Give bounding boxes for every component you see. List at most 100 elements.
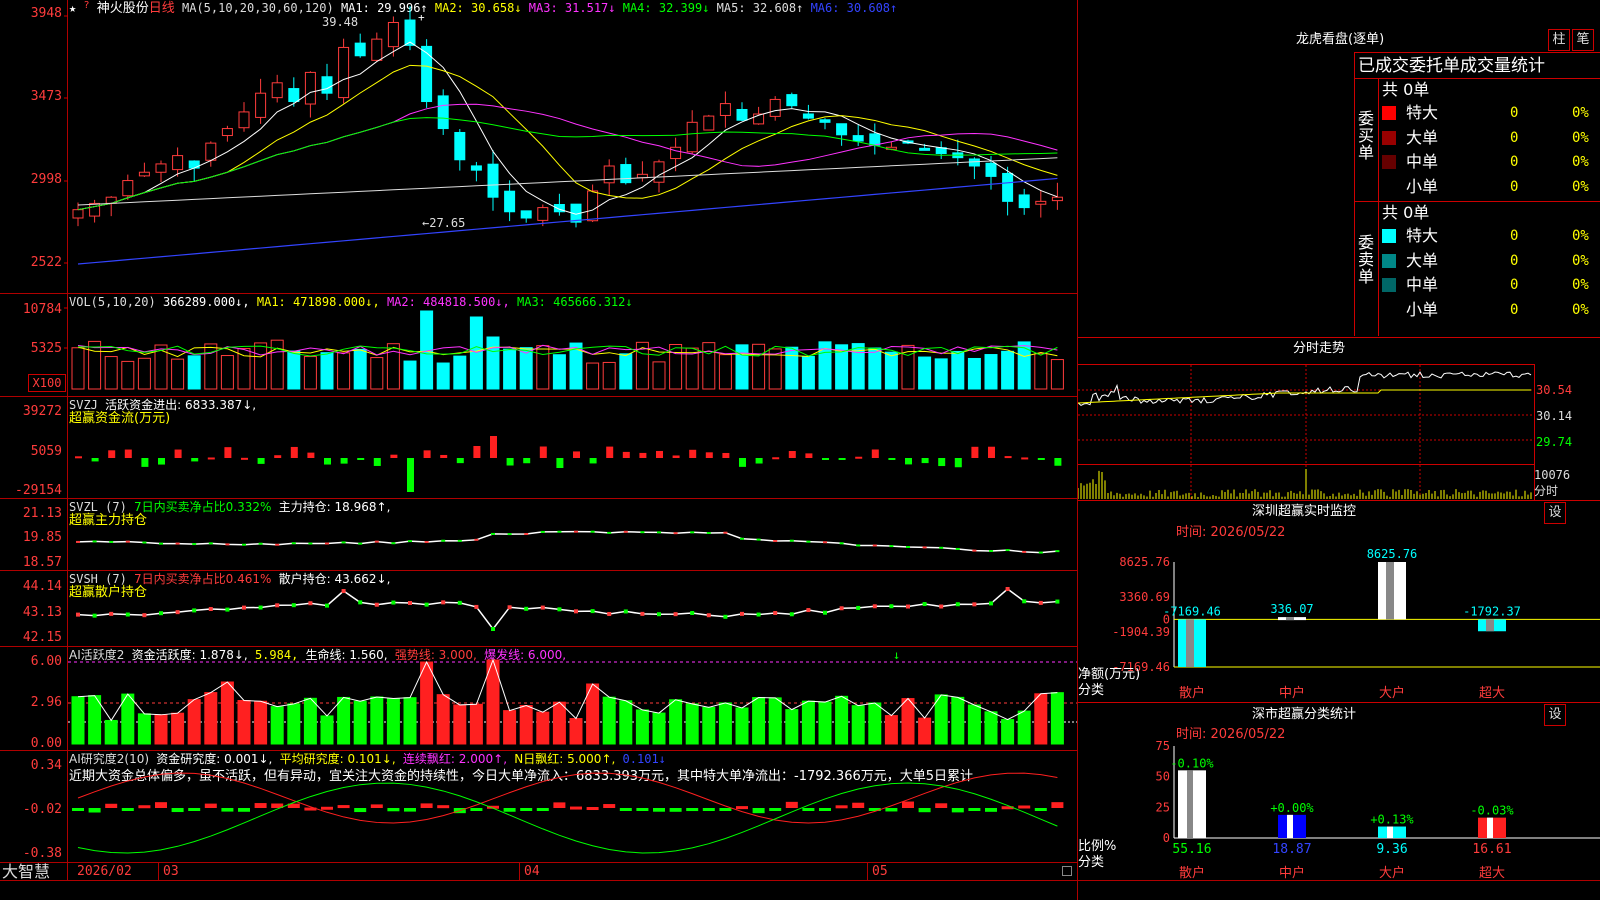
divider — [1354, 52, 1600, 53]
monitor-category-label: 大户 — [1379, 685, 1405, 701]
flow-bar — [656, 450, 663, 458]
divider — [1078, 464, 1534, 465]
flow-bar — [855, 456, 863, 459]
research-bar — [553, 802, 566, 808]
holding-tick — [275, 603, 280, 608]
flow-bar — [556, 458, 564, 468]
research-bar — [819, 808, 831, 811]
lock-icon[interactable] — [1062, 866, 1072, 876]
price-candles[interactable] — [0, 0, 1077, 293]
volume-bar — [171, 358, 185, 390]
activity-bar — [984, 711, 998, 745]
holding-tick — [325, 542, 329, 545]
holding-tick — [225, 607, 230, 612]
classify-axis-label: 75 — [1156, 740, 1170, 753]
holding-tick — [773, 610, 778, 615]
volume-bar — [353, 348, 367, 390]
flow-bar — [191, 458, 199, 462]
flow-bar — [589, 458, 597, 464]
order-pct: 0% — [1572, 178, 1589, 195]
volume-bar — [486, 336, 500, 390]
research-bar — [586, 807, 599, 811]
flow-bar — [755, 458, 763, 464]
research-line — [77, 782, 1058, 854]
holding-tick — [690, 610, 695, 615]
candle-body — [155, 163, 167, 173]
buy-orders-label: 委买单 — [1358, 109, 1375, 162]
divider — [1378, 78, 1379, 336]
volume-bar — [303, 356, 317, 390]
holding-tick — [756, 612, 761, 617]
holding-tick — [474, 604, 479, 609]
candle-body — [238, 111, 250, 129]
flow-bar — [1054, 458, 1062, 466]
activity-bar — [453, 704, 467, 745]
order-pct: 0% — [1572, 129, 1589, 146]
holding-tick — [457, 600, 462, 605]
candle-body — [504, 190, 516, 213]
candle-body — [454, 131, 466, 161]
column-view-button[interactable]: 柱 — [1548, 29, 1570, 51]
holding-tick — [806, 608, 811, 613]
flow-bar — [739, 458, 746, 467]
volume-bar — [337, 352, 351, 390]
candle-body — [89, 202, 101, 217]
candle-body — [122, 180, 134, 197]
candle-body — [736, 108, 748, 121]
holding-tick — [208, 542, 213, 545]
legend-swatch — [1382, 278, 1396, 292]
research-bar — [188, 808, 201, 811]
activity-bar — [436, 694, 450, 745]
activity-bar — [569, 718, 583, 745]
tick-view-button[interactable]: 笔 — [1572, 29, 1594, 51]
candle-body — [653, 161, 665, 183]
left-chart-area[interactable]: ★ ? 神火股份日线 MA(5,10,20,30,60,120) MA1: 29… — [0, 0, 1077, 900]
monitor-axis-label: -1904.39 — [1112, 625, 1170, 639]
intraday-chart[interactable] — [1078, 365, 1534, 500]
order-count: 0 — [1510, 178, 1519, 195]
candle-body — [769, 98, 781, 117]
activity-bar — [1034, 693, 1048, 745]
high-mark: 39.48 — [322, 15, 359, 29]
holding-tick — [540, 530, 545, 533]
activity-bar — [386, 698, 400, 745]
classify-settings-button[interactable]: 设 — [1544, 704, 1566, 726]
holding-tick — [574, 530, 578, 533]
order-pct: 0% — [1572, 277, 1589, 293]
research-bar — [736, 806, 748, 810]
order-pct: 0% — [1572, 301, 1589, 318]
date-label: 05 — [872, 864, 888, 879]
volume-bar — [137, 357, 151, 390]
volume-bar — [237, 348, 251, 390]
flow-bar — [639, 452, 647, 458]
holding-tick — [607, 531, 612, 534]
date-divider — [158, 862, 159, 880]
monitor-title: 深圳超赢实时监控 — [1252, 504, 1357, 519]
holding-tick — [76, 612, 80, 617]
holding-tick — [125, 612, 130, 617]
holding-tick — [574, 609, 578, 614]
holding-tick — [474, 538, 479, 541]
svzj-bars — [75, 436, 1062, 492]
activity-bar — [1017, 710, 1031, 745]
holding-tick — [906, 546, 910, 549]
flow-bar — [573, 451, 580, 458]
activity-bar — [685, 703, 699, 745]
monitor-settings-button[interactable]: 设 — [1544, 502, 1566, 524]
holding-tick — [889, 545, 894, 548]
holding-tick — [457, 539, 462, 542]
candle-body — [786, 94, 798, 107]
flow-bar — [75, 456, 82, 459]
holding-tick — [640, 531, 645, 534]
holding-tick — [125, 540, 130, 543]
holding-line — [77, 588, 1058, 631]
flow-bar — [340, 458, 348, 464]
flow-bar — [954, 458, 962, 468]
volume-bar — [669, 343, 683, 390]
order-pct: 0% — [1572, 252, 1589, 269]
flow-bar — [1004, 456, 1012, 459]
volume-bar — [71, 347, 85, 390]
svsh-line — [76, 587, 1060, 631]
activity-bar — [702, 706, 716, 745]
research-bar — [72, 808, 84, 811]
